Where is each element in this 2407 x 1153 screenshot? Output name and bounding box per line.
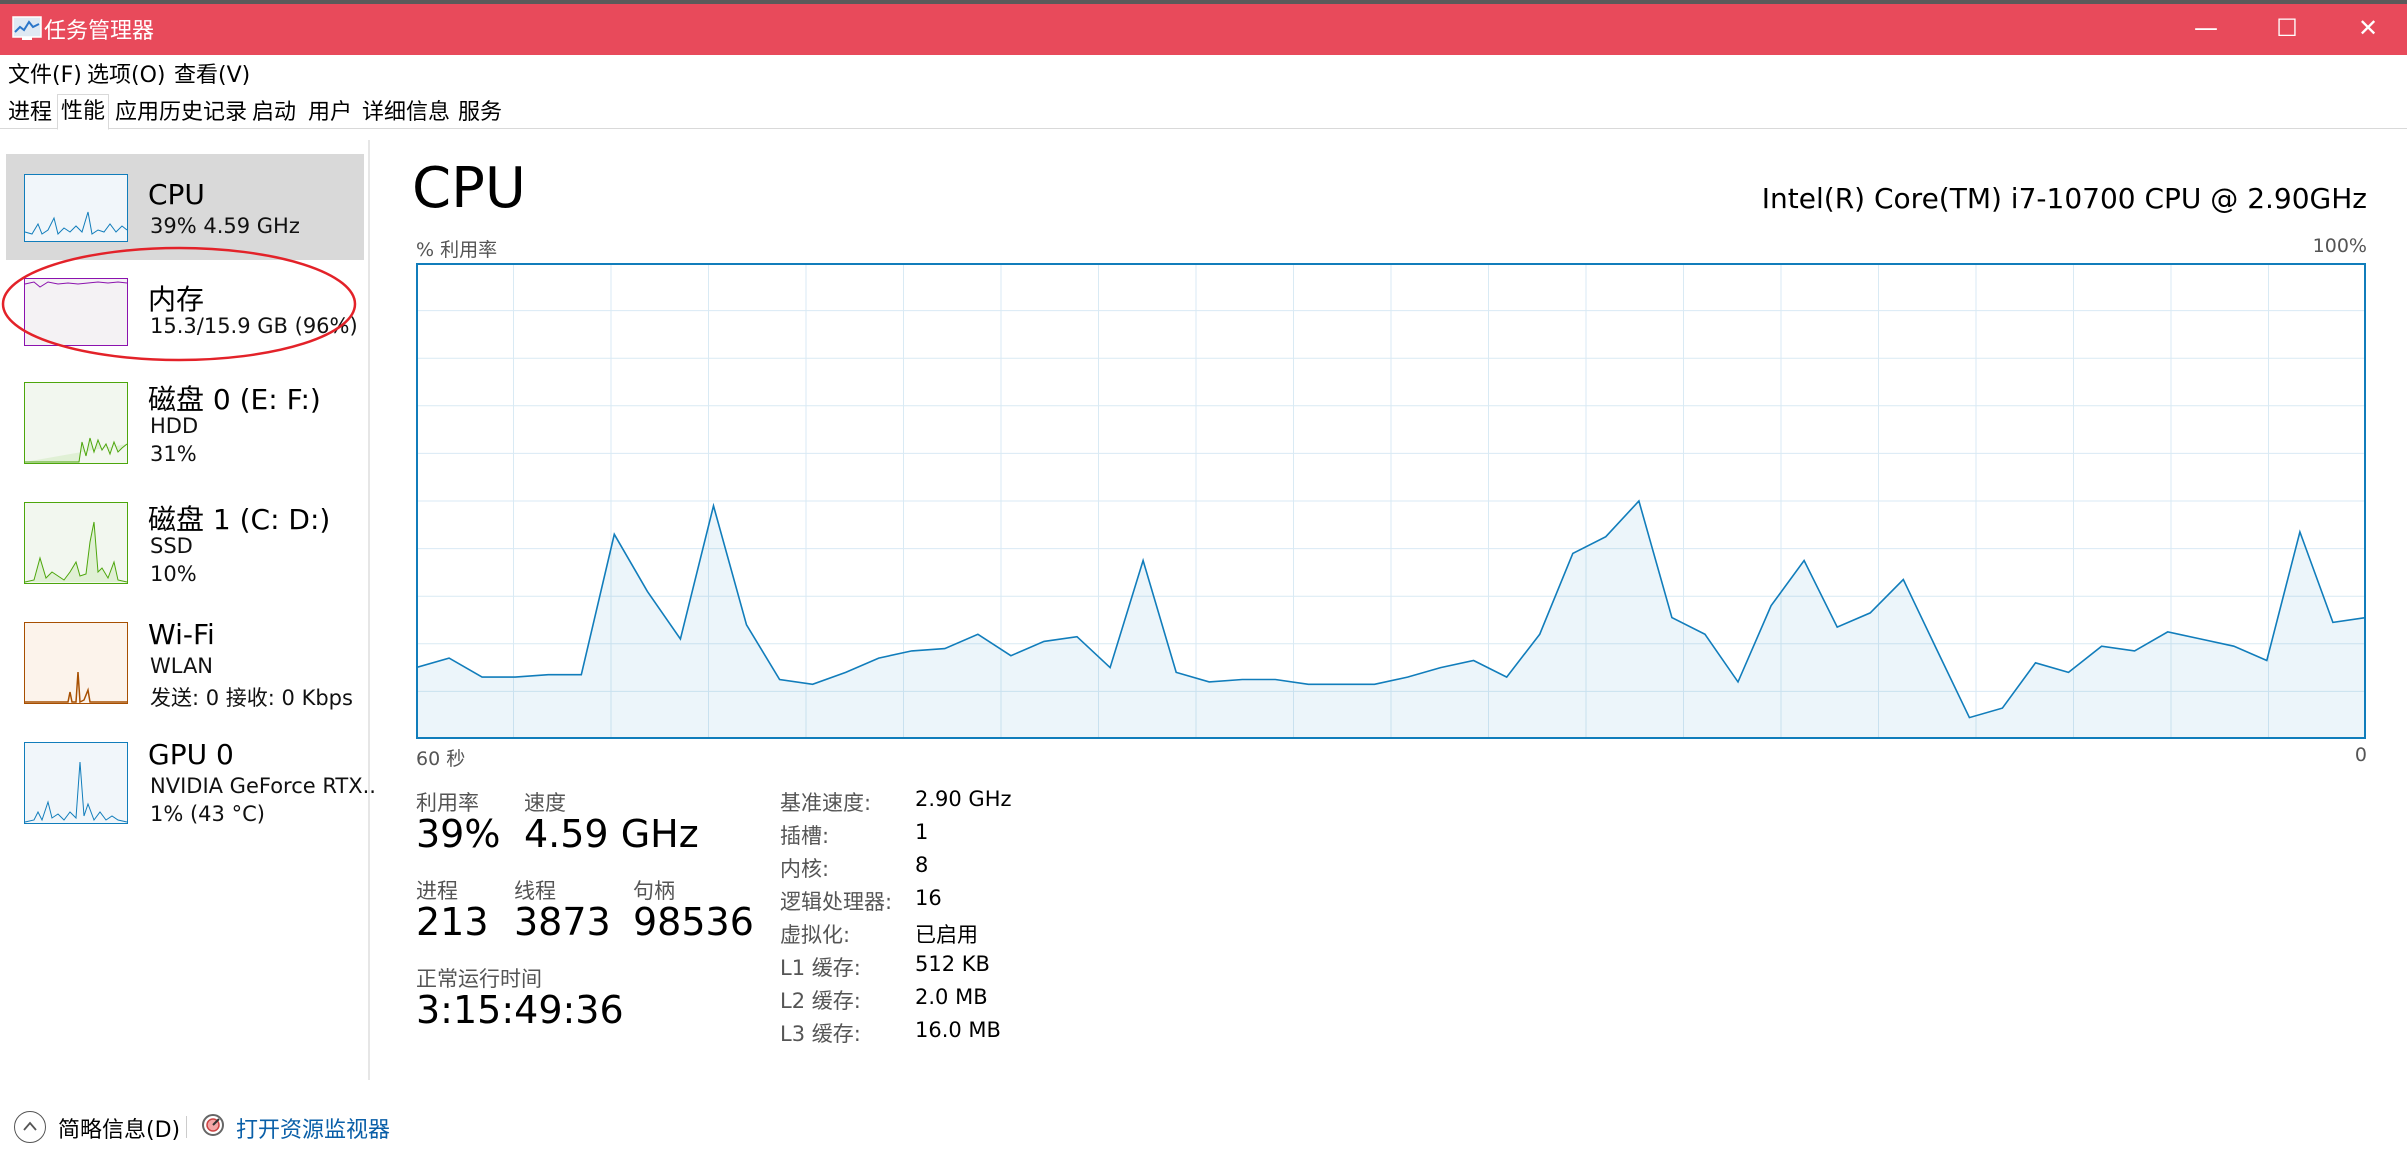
- tab-startup[interactable]: 启动: [250, 98, 298, 128]
- time-axis-end: 0: [2354, 744, 2367, 766]
- close-button[interactable]: ✕: [2332, 6, 2404, 50]
- spec-label: L1 缓存:: [780, 956, 861, 980]
- fewer-details-button[interactable]: 简略信息(D): [58, 1112, 180, 1144]
- speed-value: 4.59 GHz: [524, 812, 699, 856]
- page-title: CPU: [412, 156, 526, 221]
- gpu-thumbnail-graph: [24, 742, 128, 824]
- spec-label: 插槽:: [780, 824, 830, 848]
- resource-monitor-icon[interactable]: [200, 1112, 226, 1138]
- resource-title: 磁盘 1 (C: D:): [148, 503, 331, 536]
- disk-1-thumbnail-graph: [24, 502, 128, 584]
- spec-value: 16.0 MB: [915, 1018, 1001, 1042]
- resource-title: CPU: [148, 178, 205, 211]
- spec-label: 内核:: [780, 857, 830, 881]
- spec-label: L3 缓存:: [780, 1022, 861, 1046]
- cpu-utilization-graph: [416, 263, 2366, 739]
- menu-view[interactable]: 查看(V): [174, 57, 250, 89]
- resource-detail: WLAN: [150, 654, 214, 678]
- resource-item-disk-1[interactable]: 磁盘 1 (C: D:) SSD 10%: [6, 490, 364, 600]
- tab-services[interactable]: 服务: [456, 98, 504, 128]
- utilization-axis-label: % 利用率: [416, 239, 498, 261]
- spec-value: 512 KB: [915, 952, 990, 976]
- spec-value: 2.90 GHz: [915, 787, 1012, 811]
- spec-value: 已启用: [915, 923, 978, 947]
- chevron-up-icon[interactable]: [14, 1111, 46, 1143]
- processes-value: 213: [416, 900, 489, 944]
- spec-value: 8: [915, 853, 929, 877]
- tab-processes[interactable]: 进程: [6, 98, 54, 128]
- resource-usage: 31%: [150, 442, 197, 466]
- maximize-button[interactable]: ☐: [2251, 6, 2323, 50]
- window-title: 任务管理器: [44, 19, 155, 44]
- menu-file[interactable]: 文件(F): [8, 57, 82, 89]
- wifi-thumbnail-graph: [24, 622, 128, 704]
- spec-value: 1: [915, 820, 929, 844]
- footer-divider: [186, 1116, 187, 1138]
- resource-usage: 发送: 0 接收: 0 Kbps: [150, 686, 353, 710]
- tab-details[interactable]: 详细信息: [360, 98, 452, 128]
- threads-value: 3873: [514, 900, 611, 944]
- task-manager-icon: [12, 16, 42, 40]
- tab-performance[interactable]: 性能: [57, 94, 110, 130]
- axis-max-label: 100%: [2312, 235, 2367, 257]
- resource-title: GPU 0: [148, 738, 234, 771]
- disk-0-thumbnail-graph: [24, 382, 128, 464]
- red-highlight-ellipse: [1, 246, 357, 362]
- resource-usage: 10%: [150, 562, 197, 586]
- tab-users[interactable]: 用户: [306, 98, 354, 128]
- resource-detail: 39% 4.59 GHz: [150, 214, 300, 238]
- uptime-value: 3:15:49:36: [416, 988, 624, 1032]
- resource-title: Wi-Fi: [148, 618, 215, 651]
- menu-options[interactable]: 选项(O): [87, 57, 165, 89]
- resource-detail: SSD: [150, 534, 193, 558]
- tab-bar: 进程 性能 应用历史记录 启动 用户 详细信息 服务: [0, 92, 2407, 130]
- resource-item-wifi[interactable]: Wi-Fi WLAN 发送: 0 接收: 0 Kbps: [6, 610, 364, 720]
- spec-label: L2 缓存:: [780, 989, 861, 1013]
- cpu-model-name: Intel(R) Core(TM) i7-10700 CPU @ 2.90GHz: [1761, 182, 2367, 215]
- title-bar-top-strip: [0, 0, 2407, 4]
- cpu-thumbnail-graph: [24, 174, 128, 242]
- resource-detail: NVIDIA GeForce RTX..: [150, 774, 376, 798]
- spec-label: 基准速度:: [780, 791, 872, 815]
- resource-title: 磁盘 0 (E: F:): [148, 383, 321, 416]
- open-resource-monitor-link[interactable]: 打开资源监视器: [236, 1112, 390, 1144]
- resource-usage: 1% (43 °C): [150, 802, 265, 826]
- spec-label: 虚拟化:: [780, 923, 851, 947]
- spec-label: 逻辑处理器:: [780, 890, 893, 914]
- tab-app-history[interactable]: 应用历史记录: [113, 98, 249, 128]
- utilization-value: 39%: [416, 812, 501, 856]
- spec-value: 2.0 MB: [915, 985, 988, 1009]
- title-bar: [0, 0, 2407, 55]
- resource-detail: HDD: [150, 414, 199, 438]
- minimize-button[interactable]: —: [2170, 6, 2242, 50]
- time-axis-start: 60 秒: [416, 748, 466, 770]
- resource-item-gpu[interactable]: GPU 0 NVIDIA GeForce RTX.. 1% (43 °C): [6, 730, 376, 840]
- resource-item-disk-0[interactable]: 磁盘 0 (E: F:) HDD 31%: [6, 370, 364, 480]
- menu-bar: 文件(F) 选项(O) 查看(V): [0, 55, 2407, 89]
- spec-value: 16: [915, 886, 942, 910]
- handles-value: 98536: [633, 900, 754, 944]
